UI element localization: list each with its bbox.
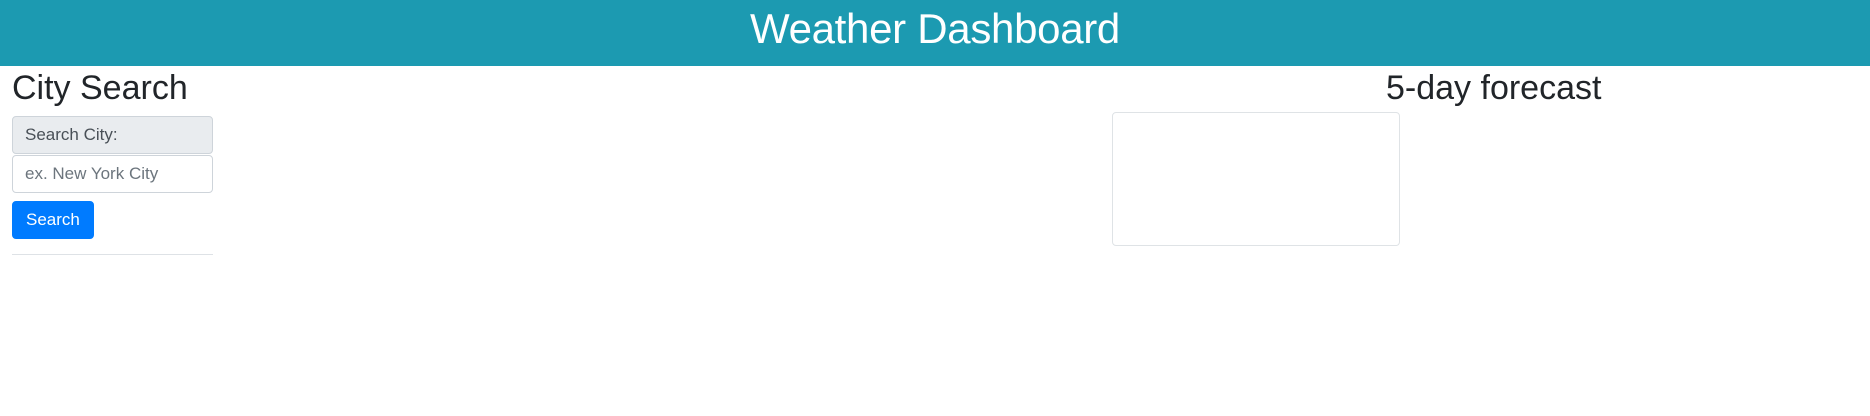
city-search-panel: City Search Search City: Search [12,66,214,255]
search-history-divider [12,254,213,255]
city-search-input[interactable] [12,155,213,193]
search-button[interactable]: Search [12,201,94,239]
city-search-title: City Search [12,69,188,107]
forecast-title: 5-day forecast [1386,69,1602,107]
page-header: Weather Dashboard [0,0,1870,66]
search-city-label: Search City: [12,116,213,154]
current-weather-card [1112,112,1400,246]
page-title: Weather Dashboard [749,5,1120,52]
